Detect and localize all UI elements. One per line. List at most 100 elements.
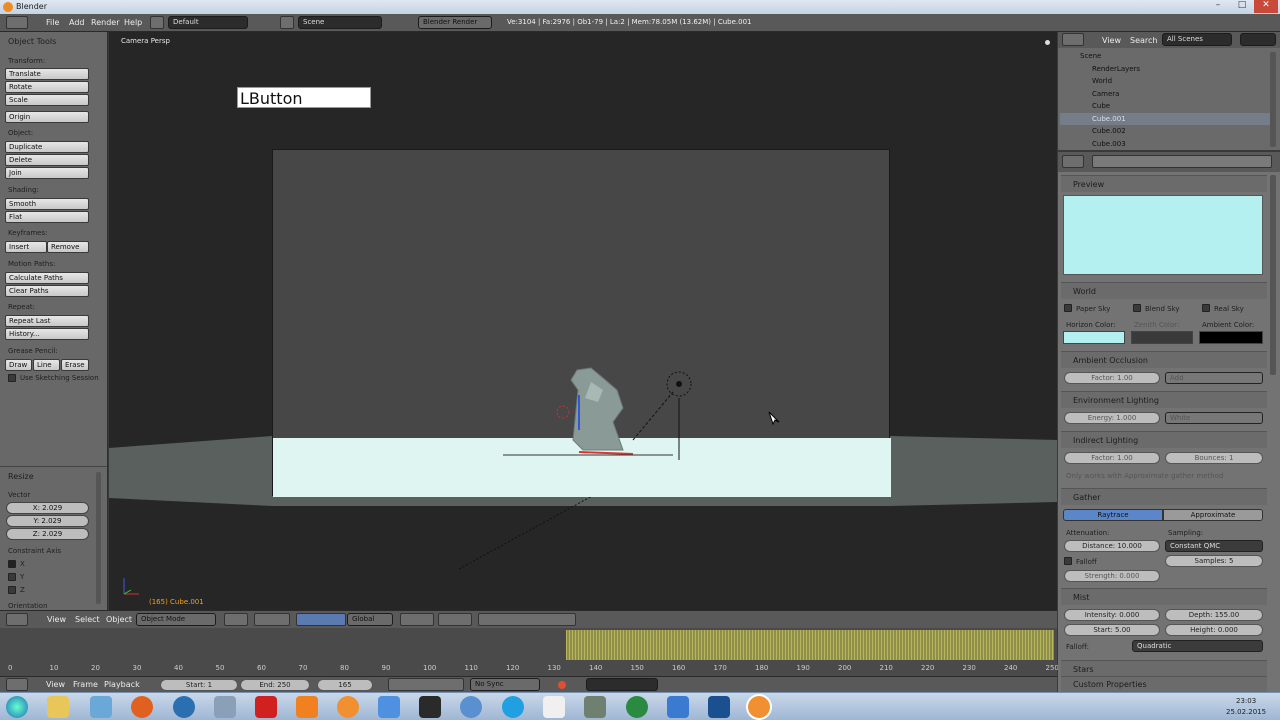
constraint-x-checkbox[interactable] [8, 560, 16, 568]
pivot-icon[interactable] [254, 613, 290, 626]
mist-falloff-dropdown[interactable]: Quadratic [1132, 640, 1263, 652]
keying-set-field[interactable] [586, 678, 658, 691]
ao-blend-dropdown[interactable]: Add [1165, 372, 1263, 384]
menu-file[interactable]: File [46, 18, 59, 27]
remove-keyframe-button[interactable]: Remove [47, 241, 89, 253]
line-button[interactable]: Line [33, 359, 60, 371]
outliner-item-renderlayers[interactable]: RenderLayers [1092, 65, 1140, 77]
outliner-editor-type-icon[interactable] [1062, 33, 1084, 46]
strength-field[interactable]: Strength: 0.000 [1064, 570, 1160, 582]
timeline-area[interactable]: 0 10 20 30 40 50 60 70 80 90 100 110 120 130 140 150 160… [0, 628, 1059, 676]
pdf-icon[interactable] [255, 696, 277, 718]
inkscape-icon[interactable] [543, 696, 565, 718]
properties-context-tabs[interactable] [1092, 155, 1272, 168]
outliner-scrollbar[interactable] [1270, 52, 1276, 147]
vlc-icon[interactable] [296, 696, 318, 718]
draw-button[interactable]: Draw [5, 359, 32, 371]
outliner-item-cube-002[interactable]: Cube.002 [1092, 127, 1126, 139]
itunes-icon[interactable] [460, 696, 482, 718]
outliner-item-camera[interactable]: Camera [1092, 90, 1119, 102]
horizon-color-swatch[interactable] [1063, 331, 1125, 344]
explorer-icon[interactable] [47, 696, 69, 718]
record-icon[interactable] [558, 681, 566, 689]
history-button[interactable]: History... [5, 328, 89, 340]
current-frame-field[interactable]: 165 [317, 679, 373, 691]
scene-icon[interactable] [280, 16, 294, 29]
custom-properties-panel-header[interactable]: Custom Properties [1061, 676, 1267, 692]
ambient-color-swatch[interactable] [1199, 331, 1263, 344]
scene-selector[interactable]: Scene [298, 16, 382, 29]
properties-editor-type-icon[interactable] [1062, 155, 1084, 168]
real-sky-checkbox[interactable] [1202, 304, 1210, 312]
ao-factor-field[interactable]: Factor: 1.00 [1064, 372, 1160, 384]
app4-icon[interactable] [708, 696, 730, 718]
maximize-button[interactable]: □ [1230, 0, 1254, 13]
tool-shelf-scrollbar[interactable] [96, 472, 101, 604]
menu-add[interactable]: Add [69, 18, 85, 27]
world-panel-header[interactable]: World [1061, 282, 1267, 299]
approximate-button[interactable]: Approximate [1163, 509, 1263, 521]
screen-layout-icon[interactable] [150, 16, 164, 29]
timeline-editor-type-icon[interactable] [6, 678, 28, 691]
delete-button[interactable]: Delete [5, 154, 89, 166]
samples-field[interactable]: Samples: 5 [1165, 555, 1263, 567]
outliner-menu-view[interactable]: View [1102, 36, 1121, 45]
outliner-item-world[interactable]: World [1092, 77, 1112, 89]
sampling-method-dropdown[interactable]: Constant QMC [1165, 540, 1263, 552]
start-orb-icon[interactable] [6, 696, 28, 718]
skype-icon[interactable] [502, 696, 524, 718]
vector-z-field[interactable]: Z: 2.029 [6, 528, 89, 540]
viewport-menu-view[interactable]: View [47, 615, 66, 624]
env-color-dropdown[interactable]: White [1165, 412, 1263, 424]
viewport-menu-select[interactable]: Select [75, 615, 100, 624]
raytrace-button[interactable]: Raytrace [1063, 509, 1163, 521]
outliner-search-input[interactable] [1240, 33, 1276, 46]
rotate-button[interactable]: Rotate [5, 81, 89, 93]
minimize-button[interactable]: – [1206, 0, 1230, 13]
mist-depth-field[interactable]: Depth: 155.00 [1165, 609, 1263, 621]
end-frame-field[interactable]: End: 250 [240, 679, 310, 691]
duplicate-button[interactable]: Duplicate [5, 141, 89, 153]
ambient-occlusion-panel-header[interactable]: Ambient Occlusion [1061, 351, 1267, 368]
close-button[interactable]: ✕ [1254, 0, 1278, 13]
outliner-filter-dropdown[interactable]: All Scenes [1162, 33, 1232, 46]
render-engine-dropdown[interactable]: Blender Render [418, 16, 492, 29]
app2-icon[interactable] [626, 696, 648, 718]
indirect-factor-field[interactable]: Factor: 1.00 [1064, 452, 1160, 464]
viewport-menu-object[interactable]: Object [106, 615, 132, 624]
zenith-color-swatch[interactable] [1131, 331, 1193, 344]
viewport-corner-icon[interactable] [1045, 40, 1050, 45]
sync-dropdown[interactable]: No Sync [470, 678, 540, 691]
vector-y-field[interactable]: Y: 2.029 [6, 515, 89, 527]
gather-panel-header[interactable]: Gather [1061, 488, 1267, 505]
outliner-item-cube-003[interactable]: Cube.003 [1092, 140, 1126, 152]
calculate-paths-button[interactable]: Calculate Paths [5, 272, 89, 284]
stars-panel-header[interactable]: Stars [1061, 660, 1267, 677]
clear-paths-button[interactable]: Clear Paths [5, 285, 89, 297]
vector-x-field[interactable]: X: 2.029 [6, 502, 89, 514]
paper-sky-checkbox[interactable] [1064, 304, 1072, 312]
blender-icon[interactable] [337, 696, 359, 718]
repeat-last-button[interactable]: Repeat Last [5, 315, 89, 327]
layers-block-2-icon[interactable] [438, 613, 472, 626]
network-icon[interactable] [90, 696, 112, 718]
sketching-session-checkbox[interactable] [8, 374, 16, 382]
playback-controls-icons[interactable] [388, 678, 464, 691]
mist-height-field[interactable]: Height: 0.000 [1165, 624, 1263, 636]
blender-active-icon[interactable] [748, 696, 770, 718]
smooth-button[interactable]: Smooth [5, 198, 89, 210]
indirect-lighting-panel-header[interactable]: Indirect Lighting [1061, 431, 1267, 448]
app3-icon[interactable] [667, 696, 689, 718]
editor-type-icon[interactable] [6, 16, 28, 29]
start-frame-field[interactable]: Start: 1 [160, 679, 238, 691]
constraint-y-checkbox[interactable] [8, 573, 16, 581]
menu-render[interactable]: Render [91, 18, 119, 27]
insert-keyframe-button[interactable]: Insert [5, 241, 47, 253]
join-button[interactable]: Join [5, 167, 89, 179]
translate-button[interactable]: Translate [5, 68, 89, 80]
timeline-menu-view[interactable]: View [46, 680, 65, 689]
tool-icon[interactable] [214, 696, 236, 718]
firefox-icon[interactable] [131, 696, 153, 718]
screen-selector[interactable]: Default [168, 16, 248, 29]
steam-icon[interactable] [419, 696, 441, 718]
